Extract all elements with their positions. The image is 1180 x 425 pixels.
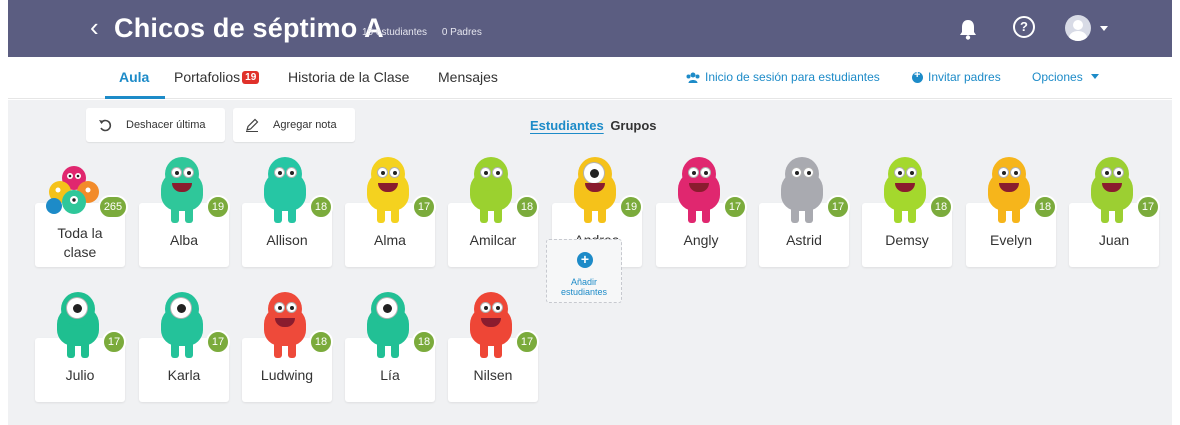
chevron-down-icon (1090, 74, 1099, 79)
student-avatar (466, 292, 516, 360)
student-points: 17 (206, 330, 230, 354)
tab-bar: Aula Portafolios 19 Historia de la Clase … (8, 57, 1172, 99)
student-avatar (777, 157, 827, 225)
student-points: 18 (929, 195, 953, 219)
student-name: Angly (683, 232, 719, 248)
student-points: 18 (412, 330, 436, 354)
plus-icon: + (577, 252, 593, 268)
student-avatar (157, 157, 207, 225)
parents-count[interactable]: 0 Padres (442, 27, 482, 38)
active-tab-indicator (105, 96, 165, 99)
tab-mensajes[interactable]: Mensajes (438, 69, 498, 85)
tab-historia[interactable]: Historia de la Clase (288, 69, 409, 85)
view-toggle: Estudiantes Grupos (530, 118, 657, 133)
student-avatar (363, 157, 413, 225)
student-avatar (570, 157, 620, 225)
invite-parents-label: Invitar padres (928, 70, 1001, 84)
student-points: 17 (515, 330, 539, 354)
student-name: Lía (380, 367, 400, 383)
add-students-button[interactable]: + Añadir estudiantes (546, 239, 622, 303)
student-points: 17 (723, 195, 747, 219)
student-name: Juan (1098, 232, 1130, 248)
whole-class-monsters-icon (46, 166, 99, 214)
undo-icon (99, 119, 112, 132)
student-name: Amilcar (469, 232, 517, 248)
student-name: Demsy (885, 232, 929, 248)
student-avatar (260, 157, 310, 225)
tab-portafolios-label: Portafolios (174, 69, 241, 85)
plus-circle-icon (912, 69, 923, 83)
student-avatar (260, 292, 310, 360)
student-avatar (466, 157, 516, 225)
avatar[interactable] (1065, 15, 1091, 41)
student-avatar (984, 157, 1034, 225)
add-students-line1: Añadir (570, 277, 597, 287)
undo-label: Deshacer última (126, 119, 206, 131)
student-name: Astrid (786, 232, 822, 248)
view-groups[interactable]: Grupos (610, 118, 656, 133)
student-points: 18 (309, 330, 333, 354)
student-name: Julio (65, 367, 95, 383)
portafolios-badge: 19 (242, 71, 260, 84)
add-note-button[interactable]: Agregar nota (233, 108, 355, 142)
student-avatar (880, 157, 930, 225)
help-icon[interactable]: ? (1013, 16, 1035, 38)
back-arrow-icon[interactable]: ‹ (90, 12, 99, 42)
student-avatar (674, 157, 724, 225)
options-dropdown[interactable]: Opciones (1032, 70, 1099, 84)
student-points: 18 (309, 195, 333, 219)
pencil-icon (246, 118, 259, 132)
view-students[interactable]: Estudiantes (530, 118, 604, 133)
student-points: 18 (1033, 195, 1057, 219)
class-title: Chicos de séptimo A (114, 13, 384, 43)
tab-aula[interactable]: Aula (119, 69, 149, 85)
chevron-down-icon[interactable] (1100, 26, 1108, 31)
tab-portafolios[interactable]: Portafolios 19 (174, 69, 260, 85)
student-name: Karla (167, 367, 201, 383)
add-note-label: Agregar nota (273, 119, 337, 131)
student-avatar (53, 292, 103, 360)
student-avatar (1087, 157, 1137, 225)
student-points: 19 (206, 195, 230, 219)
students-group-icon (686, 72, 700, 83)
whole-class-line2: clase (63, 244, 97, 260)
whole-class-points: 265 (98, 195, 128, 219)
student-name: Alba (169, 232, 199, 248)
whole-class-name: Toda la clase (35, 224, 125, 262)
student-avatar (363, 292, 413, 360)
student-points: 17 (412, 195, 436, 219)
student-name: Ludwing (260, 367, 314, 383)
students-count: 15 estudiantes (362, 27, 428, 38)
add-students-line2: estudiantes (560, 287, 608, 297)
student-login-link[interactable]: Inicio de sesión para estudiantes (686, 70, 880, 84)
student-name: Alma (374, 232, 406, 248)
student-points: 17 (1136, 195, 1160, 219)
whole-class-line1: Toda la (57, 225, 103, 241)
student-name: Evelyn (989, 232, 1033, 248)
student-avatar (157, 292, 207, 360)
add-students-label: Añadir estudiantes (547, 277, 621, 297)
top-bar: ‹ Chicos de séptimo A 15 estudiantes 0 P… (8, 0, 1172, 57)
student-points: 19 (619, 195, 643, 219)
student-points: 17 (102, 330, 126, 354)
student-name: Nilsen (473, 367, 513, 383)
student-points: 18 (515, 195, 539, 219)
invite-parents-link[interactable]: Invitar padres (912, 69, 1001, 84)
student-name: Allison (266, 232, 308, 248)
options-label: Opciones (1032, 70, 1083, 84)
student-points: 17 (826, 195, 850, 219)
undo-button[interactable]: Deshacer última (86, 108, 225, 142)
class-meta: 15 estudiantes 0 Padres (362, 27, 494, 38)
student-login-label: Inicio de sesión para estudiantes (705, 70, 880, 84)
bell-icon[interactable] (958, 18, 978, 40)
